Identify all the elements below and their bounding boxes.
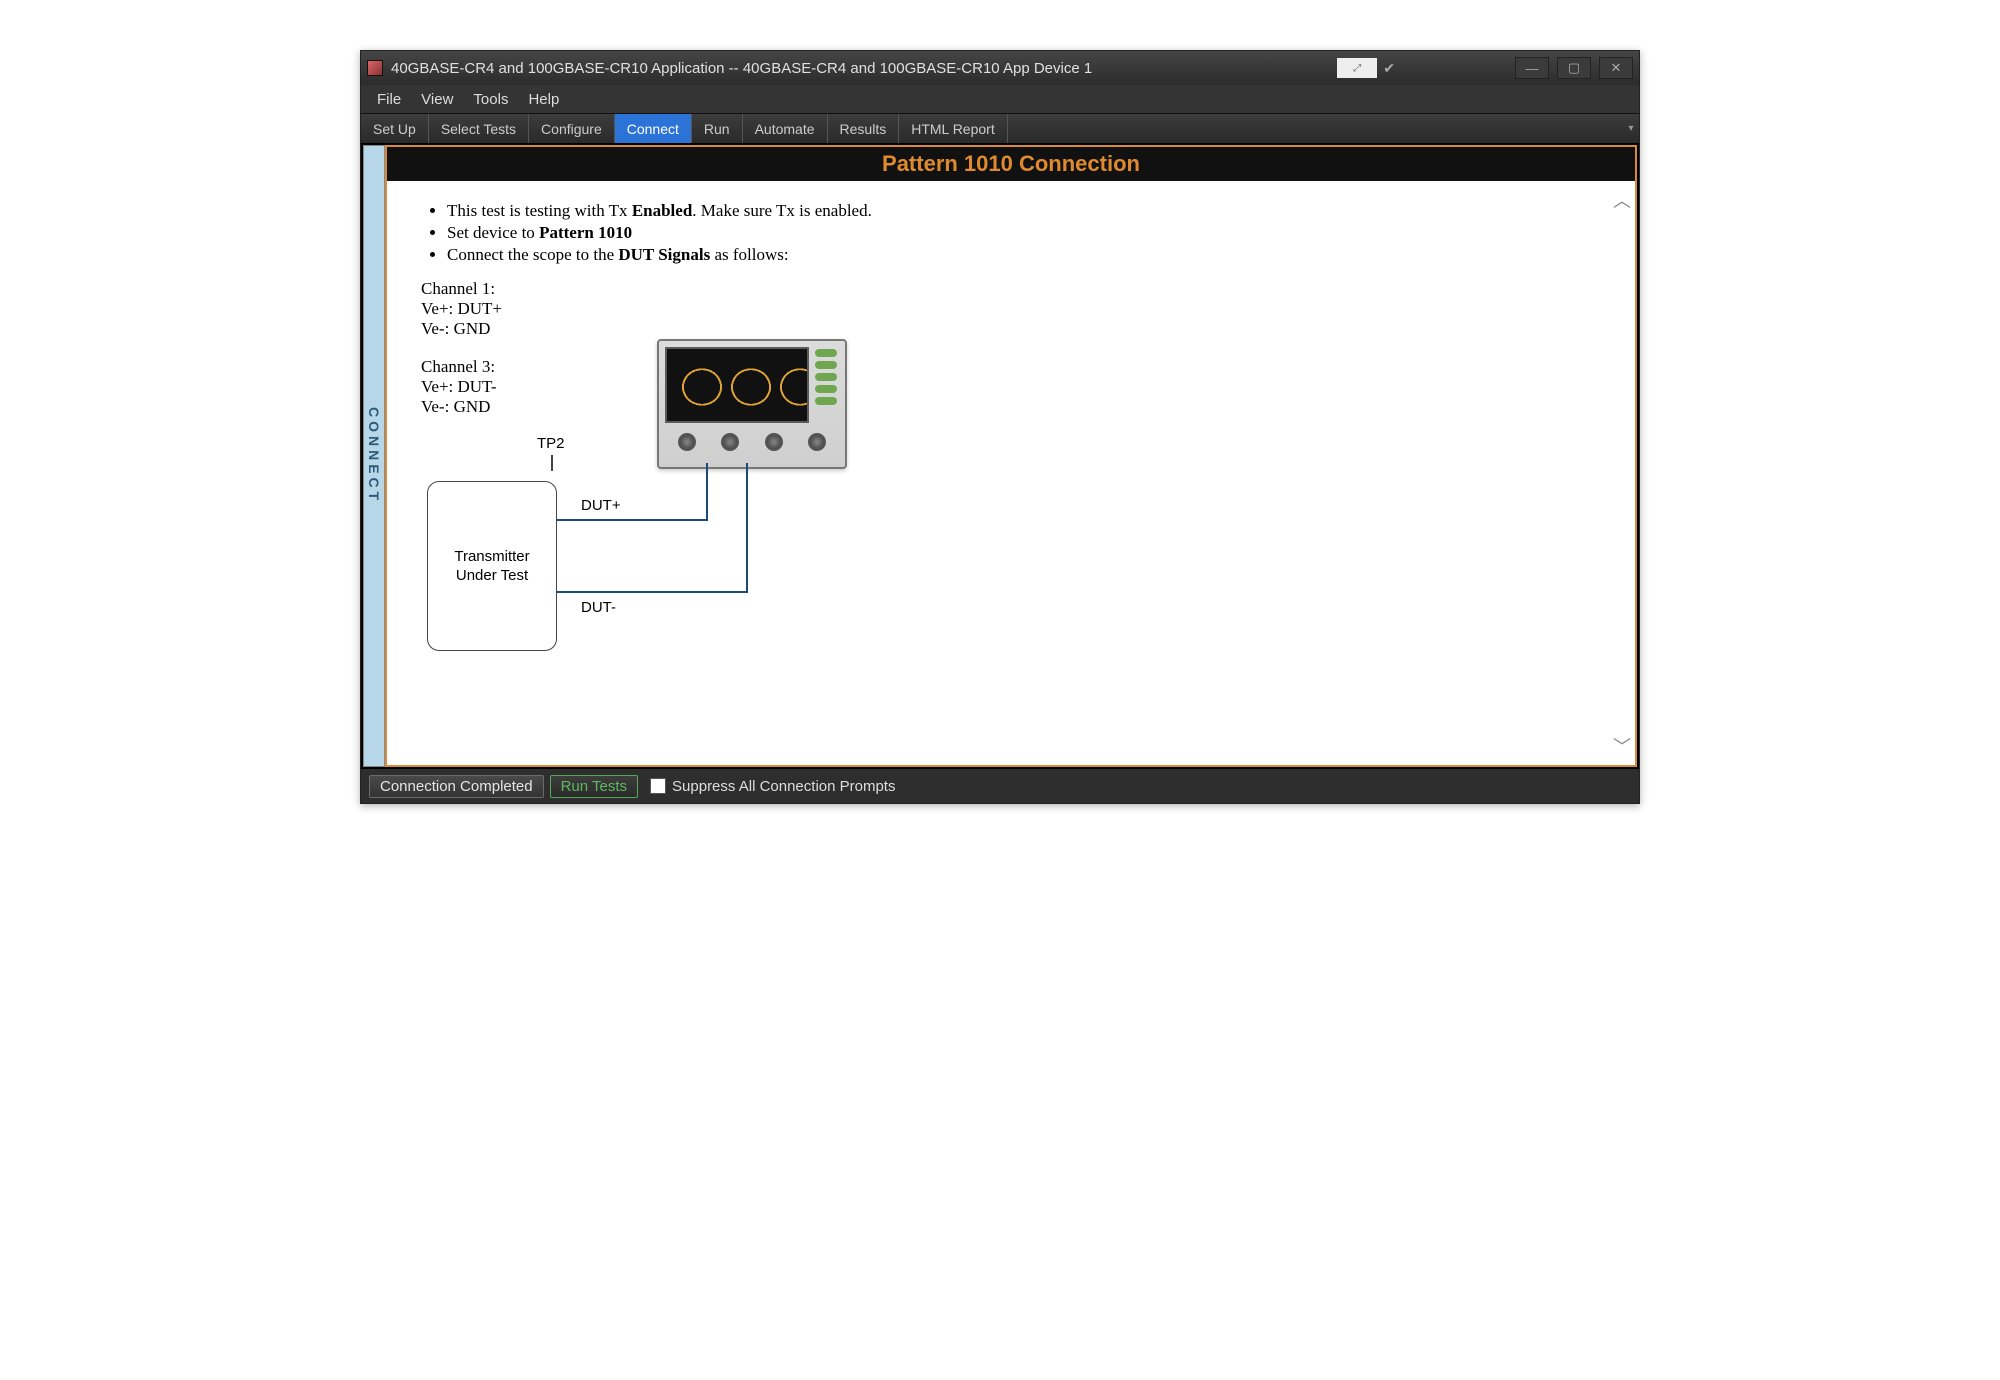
connection-diagram: TP2 Transmitter Under Test DUT+ DUT- [417,435,937,755]
tab-run[interactable]: Run [692,114,743,143]
connection-status-button[interactable]: Connection Completed [369,775,544,798]
instruction-item: This test is testing with Tx Enabled. Ma… [447,201,1605,221]
suppress-prompts-checkbox[interactable]: Suppress All Connection Prompts [650,778,895,795]
menu-tools[interactable]: Tools [465,89,516,110]
minimize-button[interactable]: — [1515,57,1549,79]
checkbox-icon[interactable] [650,778,666,794]
run-tests-button[interactable]: Run Tests [550,775,638,798]
footer-bar: Connection Completed Run Tests Suppress … [361,769,1639,803]
transmitter-under-test-box: Transmitter Under Test [427,481,557,651]
tab-results[interactable]: Results [828,114,900,143]
connect-panel: Pattern 1010 Connection ︿ ﹀ This test is… [385,145,1637,767]
instruction-list: This test is testing with Tx Enabled. Ma… [447,201,1605,265]
app-icon [367,60,383,76]
oscilloscope-icon [657,339,847,469]
scroll-up-icon[interactable]: ︿ [1613,187,1631,213]
tab-connect[interactable]: Connect [615,114,692,143]
title-extra-icon[interactable]: ⤢ [1337,58,1377,78]
window-title: 40GBASE-CR4 and 100GBASE-CR10 Applicatio… [391,60,1331,77]
instruction-item: Connect the scope to the DUT Signals as … [447,245,1605,265]
tab-html-report[interactable]: HTML Report [899,114,1008,143]
tab-automate[interactable]: Automate [743,114,828,143]
work-area: CONNECT Pattern 1010 Connection ︿ ﹀ This… [361,143,1639,769]
dut-plus-label: DUT+ [581,497,621,514]
panel-header: Pattern 1010 Connection [387,147,1635,181]
close-button[interactable]: ✕ [1599,57,1633,79]
tab-overflow-icon[interactable]: ▾ [1623,114,1639,143]
channel3-block: Channel 3: Ve+: DUT- Ve-: GND [421,357,1605,417]
tab-configure[interactable]: Configure [529,114,615,143]
menu-help[interactable]: Help [520,89,567,110]
title-chevron-icon[interactable]: ✔ [1383,60,1395,77]
tabbar: Set Up Select Tests Configure Connect Ru… [361,113,1639,143]
suppress-prompts-label: Suppress All Connection Prompts [672,778,895,795]
scope-side-buttons [815,349,841,429]
titlebar: 40GBASE-CR4 and 100GBASE-CR10 Applicatio… [361,51,1639,85]
scroll-down-icon[interactable]: ﹀ [1613,733,1631,759]
tab-select-tests[interactable]: Select Tests [429,114,529,143]
dut-minus-label: DUT- [581,599,616,616]
panel-body: ︿ ﹀ This test is testing with Tx Enabled… [387,181,1635,765]
maximize-button[interactable]: ▢ [1557,57,1591,79]
menu-file[interactable]: File [369,89,409,110]
side-label-connect: CONNECT [363,145,385,767]
menu-view[interactable]: View [413,89,461,110]
app-window: 40GBASE-CR4 and 100GBASE-CR10 Applicatio… [360,50,1640,804]
scope-screen [665,347,809,423]
channel1-block: Channel 1: Ve+: DUT+ Ve-: GND [421,279,1605,339]
tab-set-up[interactable]: Set Up [361,114,429,143]
tp2-label: TP2 [537,435,565,452]
scope-ports [659,427,845,457]
menubar: File View Tools Help [361,85,1639,113]
instruction-item: Set device to Pattern 1010 [447,223,1605,243]
